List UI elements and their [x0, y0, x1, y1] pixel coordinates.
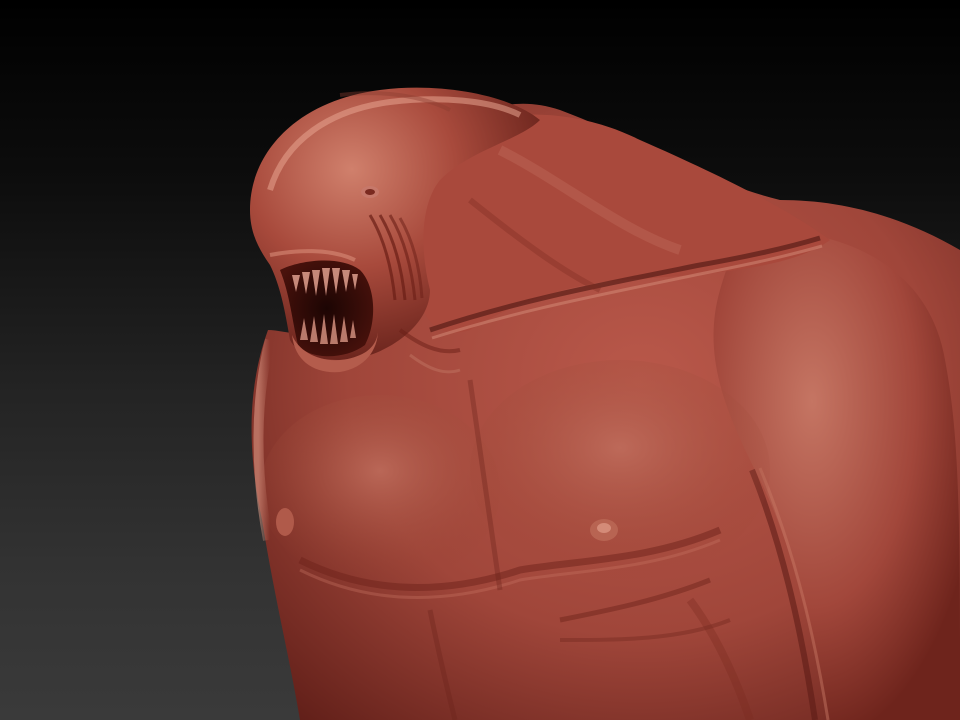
right-pectoral	[470, 360, 770, 580]
sculpt-render	[250, 87, 960, 720]
sculpt-viewport[interactable]	[0, 0, 960, 720]
left-nipple	[276, 508, 294, 536]
left-pectoral	[260, 395, 500, 585]
